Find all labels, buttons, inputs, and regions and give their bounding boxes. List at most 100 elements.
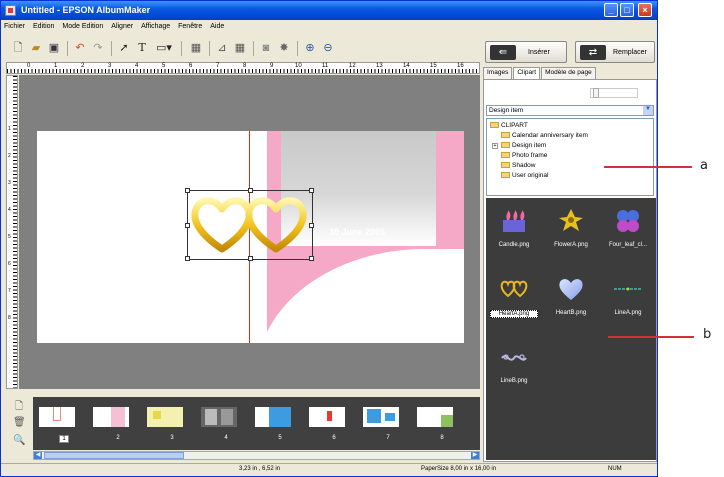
clipart-item[interactable]: LineB.png (486, 338, 542, 398)
slider-knob[interactable] (593, 88, 599, 98)
menu-affichage[interactable]: Affichage (140, 21, 171, 35)
expand-icon[interactable]: + (492, 143, 498, 149)
pointer-icon[interactable]: ➚ (117, 41, 131, 55)
ruler-label: 5 (162, 63, 166, 69)
close-icon: × (642, 5, 648, 15)
clipart-item[interactable]: LineA.png (600, 270, 656, 330)
tree-item[interactable]: Shadow (501, 162, 536, 171)
ruler-label: 12 (349, 63, 356, 69)
text-tool-icon[interactable]: T (135, 41, 149, 55)
maximize-button[interactable]: □ (620, 3, 634, 17)
effects-icon[interactable]: ✸ (277, 41, 291, 55)
callout-label-b: b (703, 327, 712, 342)
ruler-label: 16 (457, 63, 464, 69)
page-thumbnail[interactable] (147, 407, 183, 427)
page-thumbnail[interactable] (255, 407, 291, 427)
page-thumbnail[interactable] (201, 407, 237, 427)
scroll-left-icon[interactable]: ◀ (34, 452, 42, 459)
page-thumbnail[interactable] (309, 407, 345, 427)
toolbar-separator (67, 41, 68, 56)
tree-item[interactable]: Photo frame (501, 152, 547, 161)
tree-item[interactable]: User original (501, 172, 549, 181)
clipart-item[interactable]: FlowerA.png (543, 202, 599, 262)
editing-canvas[interactable]: 30 June 2005 (19, 75, 480, 389)
resize-handle[interactable] (248, 256, 253, 261)
resize-handle[interactable] (309, 188, 314, 193)
resize-handle[interactable] (185, 188, 190, 193)
insert-label: Insérer (528, 49, 550, 56)
page-number: 4 (224, 435, 228, 441)
undo-icon[interactable]: ↶ (73, 41, 87, 55)
minimize-button[interactable]: _ (604, 3, 618, 17)
ruler-ticks (7, 69, 479, 73)
ruler-label: 3 (108, 63, 112, 69)
tab-images[interactable]: Images (483, 67, 513, 79)
line-b-icon (500, 344, 528, 370)
tree-item-label: Calendar anniversary item (512, 132, 588, 139)
delete-page-icon[interactable]: 🗑 (13, 417, 26, 429)
title-bar[interactable]: Untitled - EPSON AlbumMaker _ □ × (1, 1, 657, 20)
camera-icon[interactable]: ◙ (259, 41, 273, 55)
clipart-name: Four_leaf_cl... (608, 242, 648, 248)
category-select[interactable]: Design item ▼ (486, 105, 654, 116)
toolbar-separator (181, 41, 182, 56)
page-thumbnail[interactable] (39, 407, 75, 427)
tree-item[interactable]: + Design item (492, 142, 546, 151)
replace-button[interactable]: ⇄ Remplacer (575, 41, 655, 63)
redo-icon[interactable]: ↷ (91, 41, 105, 55)
tree-item[interactable]: Calendar anniversary item (501, 132, 588, 141)
menu-edition[interactable]: Edition (32, 21, 55, 35)
page-thumbnail[interactable] (417, 407, 453, 427)
distribute-icon[interactable]: ▦ (233, 41, 247, 55)
resize-handle[interactable] (185, 256, 190, 261)
save-icon[interactable]: ▣ (47, 41, 61, 55)
add-page-icon[interactable]: 🗋 (13, 399, 25, 412)
page-number: 5 (278, 435, 282, 441)
ruler-label: 11 (322, 63, 329, 69)
folder-icon (501, 142, 510, 149)
thumbnail-scrollbar[interactable]: ◀ ▶ (33, 451, 480, 460)
resize-handle[interactable] (185, 223, 190, 228)
clipart-item[interactable]: Candle.png (486, 202, 542, 262)
clipart-item[interactable]: HeartB.png (543, 270, 599, 330)
date-caption[interactable]: 30 June 2005 (329, 227, 385, 237)
page-thumbnail[interactable] (93, 407, 129, 427)
menu-fenetre[interactable]: Fenêtre (177, 21, 203, 35)
page-number: 1 (59, 435, 69, 443)
app-icon (5, 5, 16, 16)
clipart-item[interactable]: HeartA.png (486, 270, 542, 330)
tree-item-root[interactable]: CLIPART (490, 122, 528, 131)
resize-handle[interactable] (309, 256, 314, 261)
shape-tool-icon[interactable]: ▭▾ (153, 41, 175, 55)
align-icon[interactable]: ⊿ (215, 41, 229, 55)
menu-fichier[interactable]: Fichier (3, 21, 26, 35)
menu-aligner[interactable]: Aligner (110, 21, 134, 35)
menu-mode-edition[interactable]: Mode Edition (61, 21, 104, 35)
scrollbar-thumb[interactable] (44, 452, 184, 459)
candle-icon (500, 208, 528, 234)
album-page[interactable]: 30 June 2005 (37, 131, 464, 343)
open-folder-icon[interactable]: ▰ (29, 41, 43, 55)
scroll-right-icon[interactable]: ▶ (471, 452, 479, 459)
insert-button[interactable]: ⇚ Insérer (485, 41, 567, 63)
clipart-item[interactable]: Four_leaf_cl... (600, 202, 656, 262)
resize-handle[interactable] (309, 223, 314, 228)
page-thumbnail[interactable] (363, 407, 399, 427)
selected-heart-clipart[interactable] (185, 188, 314, 261)
callout-line-a (604, 166, 692, 168)
thumbnail-size-slider[interactable] (590, 88, 638, 98)
right-panel: ⇚ Insérer ⇄ Remplacer Images Clipart Mod… (483, 37, 657, 462)
clipart-panel: Design item ▼ CLIPART Calendar anniversa… (483, 79, 657, 462)
zoom-out-icon[interactable]: ⊖ (321, 41, 335, 55)
menu-aide[interactable]: Aide (209, 21, 225, 35)
callout-label-a: a (700, 158, 708, 173)
resize-handle[interactable] (248, 188, 253, 193)
close-button[interactable]: × (638, 3, 652, 17)
ruler-label: 8 (8, 315, 11, 321)
preview-page-icon[interactable]: 🔍 (13, 435, 25, 447)
tab-modele-de-page[interactable]: Modèle de page (541, 67, 596, 79)
chevron-down-icon[interactable]: ▼ (643, 106, 653, 115)
zoom-in-icon[interactable]: ⊕ (303, 41, 317, 55)
grid-icon[interactable]: ▦ (189, 41, 203, 55)
new-file-icon[interactable]: 🗋 (11, 41, 25, 55)
